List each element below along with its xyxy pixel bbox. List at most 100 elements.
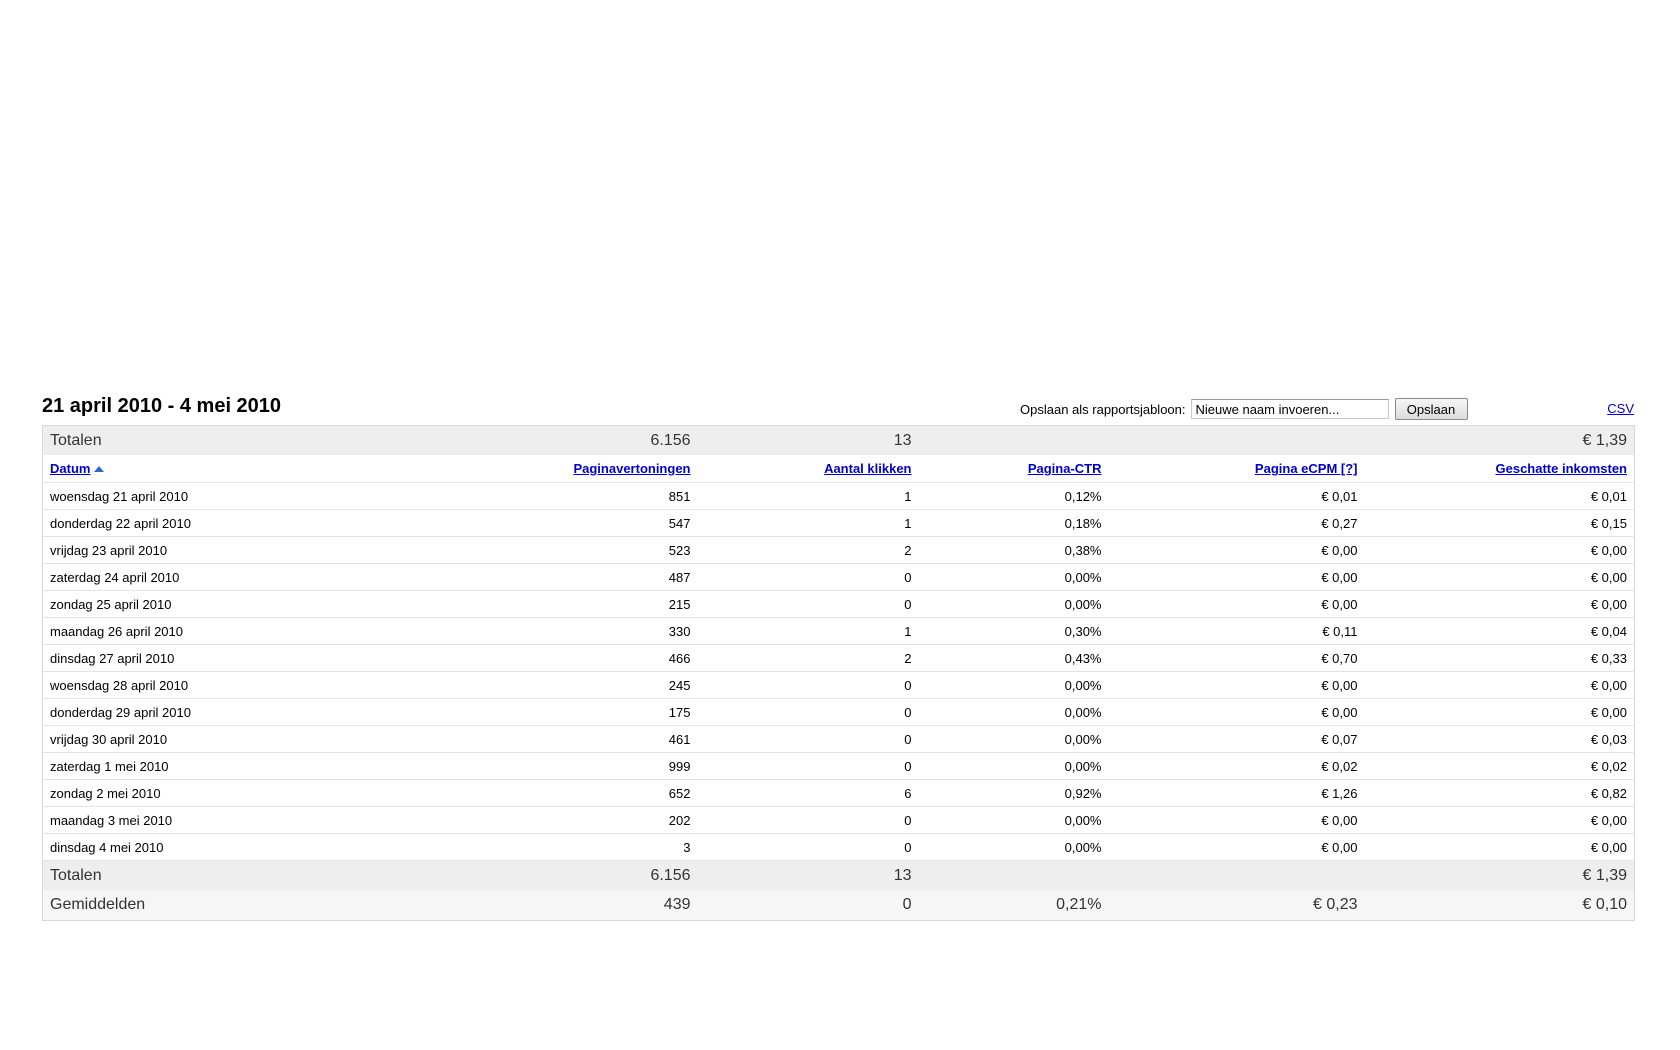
table-row: maandag 26 april 2010 330 1 0,30% € 0,11 € 0,…	[42, 617, 1635, 645]
cell-ecpm: € 0,11	[1108, 617, 1365, 645]
totals-earnings: € 1,39	[1364, 425, 1635, 455]
cell-ecpm: € 0,02	[1108, 752, 1365, 780]
sort-by-earnings-link[interactable]: Geschatte inkomsten	[1496, 461, 1628, 476]
column-header-clicks[interactable]: Aantal klikken	[697, 455, 919, 483]
cell-ecpm: € 0,00	[1108, 590, 1365, 618]
cell-ctr: 0,12%	[918, 482, 1109, 510]
cell-impressions: 547	[429, 509, 698, 537]
cell-ctr: 0,00%	[918, 725, 1109, 753]
sort-by-ecpm-link[interactable]: Pagina eCPM [?]	[1255, 461, 1358, 476]
cell-ctr: 0,43%	[918, 644, 1109, 672]
cell-clicks: 0	[697, 671, 919, 699]
column-header-ctr[interactable]: Pagina-CTR	[918, 455, 1109, 483]
cell-date: vrijdag 30 april 2010	[42, 725, 430, 753]
table-row: woensdag 21 april 2010 851 1 0,12% € 0,01 € 0…	[42, 482, 1635, 510]
cell-ctr: 0,92%	[918, 779, 1109, 807]
totals-earnings: € 1,39	[1364, 860, 1635, 890]
column-header-ecpm[interactable]: Pagina eCPM [?]	[1108, 455, 1365, 483]
cell-earnings: € 0,00	[1364, 698, 1635, 726]
sort-by-date-link[interactable]: Datum	[50, 461, 90, 476]
cell-ecpm: € 0,27	[1108, 509, 1365, 537]
table-row: maandag 3 mei 2010 202 0 0,00% € 0,00 € 0,00	[42, 806, 1635, 834]
cell-ecpm: € 1,26	[1108, 779, 1365, 807]
sort-ascending-icon[interactable]	[94, 466, 105, 472]
cell-ctr: 0,00%	[918, 698, 1109, 726]
cell-clicks: 0	[697, 833, 919, 861]
column-header-impressions[interactable]: Paginavertoningen	[429, 455, 698, 483]
cell-earnings: € 0,04	[1364, 617, 1635, 645]
cell-date: donderdag 29 april 2010	[42, 698, 430, 726]
cell-date: vrijdag 23 april 2010	[42, 536, 430, 564]
date-range-title: 21 april 2010 - 4 mei 2010	[42, 395, 282, 417]
column-header-row: Datum Paginavertoningen Aantal klikken P…	[42, 455, 1635, 483]
cell-ctr: 0,18%	[918, 509, 1109, 537]
cell-ecpm: € 0,01	[1108, 482, 1365, 510]
totals-label: Totalen	[42, 425, 430, 455]
table-row: dinsdag 4 mei 2010 3 0 0,00% € 0,00 € 0,00	[42, 833, 1635, 861]
cell-clicks: 0	[697, 725, 919, 753]
cell-earnings: € 0,00	[1364, 833, 1635, 861]
sort-by-clicks-link[interactable]: Aantal klikken	[824, 461, 911, 476]
cell-date: woensdag 21 april 2010	[42, 482, 430, 510]
table-row: dinsdag 27 april 2010 466 2 0,43% € 0,70 € 0,…	[42, 644, 1635, 672]
cell-clicks: 1	[697, 617, 919, 645]
cell-impressions: 523	[429, 536, 698, 564]
cell-ecpm: € 0,00	[1108, 536, 1365, 564]
cell-ctr: 0,30%	[918, 617, 1109, 645]
cell-date: zaterdag 1 mei 2010	[42, 752, 430, 780]
cell-ecpm: € 0,07	[1108, 725, 1365, 753]
cell-clicks: 0	[697, 590, 919, 618]
totals-clicks: 13	[697, 425, 919, 455]
cell-impressions: 202	[429, 806, 698, 834]
totals-ctr	[918, 425, 1109, 455]
cell-clicks: 2	[697, 536, 919, 564]
averages-impressions: 439	[429, 890, 698, 921]
cell-clicks: 1	[697, 509, 919, 537]
cell-earnings: € 0,00	[1364, 536, 1635, 564]
sort-by-impressions-link[interactable]: Paginavertoningen	[573, 461, 690, 476]
cell-earnings: € 0,33	[1364, 644, 1635, 672]
cell-clicks: 0	[697, 698, 919, 726]
table-row: vrijdag 30 april 2010 461 0 0,00% € 0,07 € 0,…	[42, 725, 1635, 753]
table-row: donderdag 29 april 2010 175 0 0,00% € 0,00 € …	[42, 698, 1635, 726]
cell-impressions: 330	[429, 617, 698, 645]
cell-ctr: 0,00%	[918, 563, 1109, 591]
cell-earnings: € 0,00	[1364, 806, 1635, 834]
column-header-date[interactable]: Datum	[42, 455, 430, 483]
cell-impressions: 999	[429, 752, 698, 780]
averages-clicks: 0	[697, 890, 919, 921]
table-row: vrijdag 23 april 2010 523 2 0,38% € 0,00 € 0,…	[42, 536, 1635, 564]
cell-impressions: 851	[429, 482, 698, 510]
cell-impressions: 466	[429, 644, 698, 672]
table-row: zaterdag 24 april 2010 487 0 0,00% € 0,00 € 0…	[42, 563, 1635, 591]
averages-earnings: € 0,10	[1364, 890, 1635, 921]
cell-date: zondag 2 mei 2010	[42, 779, 430, 807]
template-name-input[interactable]	[1190, 399, 1389, 419]
cell-ecpm: € 0,70	[1108, 644, 1365, 672]
cell-earnings: € 0,01	[1364, 482, 1635, 510]
template-name-label: Opslaan als rapportsjabloon:	[1020, 401, 1186, 417]
cell-ctr: 0,00%	[918, 590, 1109, 618]
cell-earnings: € 0,03	[1364, 725, 1635, 753]
totals-impressions: 6.156	[429, 425, 698, 455]
totals-impressions: 6.156	[429, 860, 698, 890]
cell-earnings: € 0,82	[1364, 779, 1635, 807]
table-row: zondag 25 april 2010 215 0 0,00% € 0,00 € 0,0…	[42, 590, 1635, 618]
cell-clicks: 2	[697, 644, 919, 672]
cell-impressions: 245	[429, 671, 698, 699]
cell-ctr: 0,00%	[918, 752, 1109, 780]
bottom-totals-row: Totalen 6.156 13 € 1,39	[42, 860, 1635, 890]
cell-date: zaterdag 24 april 2010	[42, 563, 430, 591]
table-row: zaterdag 1 mei 2010 999 0 0,00% € 0,02 € 0,02	[42, 752, 1635, 780]
cell-impressions: 175	[429, 698, 698, 726]
averages-ecpm: € 0,23	[1108, 890, 1365, 921]
cell-clicks: 0	[697, 752, 919, 780]
cell-impressions: 487	[429, 563, 698, 591]
cell-impressions: 3	[429, 833, 698, 861]
cell-ctr: 0,00%	[918, 833, 1109, 861]
csv-export-link[interactable]: CSV	[1607, 401, 1634, 416]
sort-by-ctr-link[interactable]: Pagina-CTR	[1028, 461, 1102, 476]
cell-clicks: 0	[697, 806, 919, 834]
column-header-earnings[interactable]: Geschatte inkomsten	[1364, 455, 1635, 483]
save-template-button[interactable]: Opslaan	[1394, 398, 1468, 420]
